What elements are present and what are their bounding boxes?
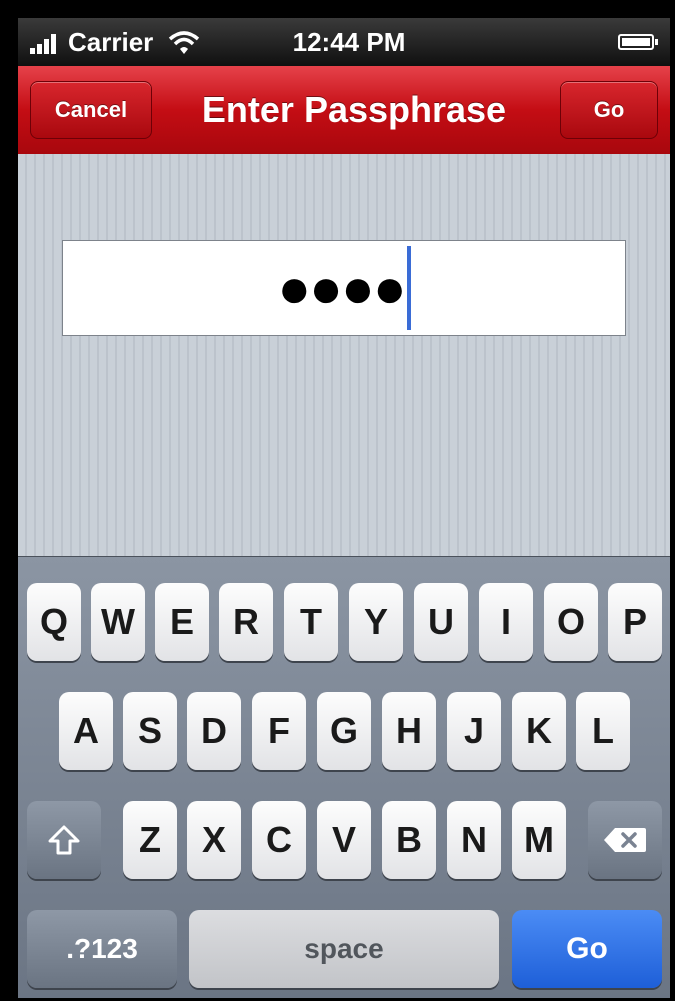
key-g[interactable]: G — [317, 692, 371, 770]
key-e[interactable]: E — [155, 583, 209, 661]
key-w[interactable]: W — [91, 583, 145, 661]
key-c[interactable]: C — [252, 801, 306, 879]
key-j[interactable]: J — [447, 692, 501, 770]
key-i[interactable]: I — [479, 583, 533, 661]
key-v[interactable]: V — [317, 801, 371, 879]
key-f[interactable]: F — [252, 692, 306, 770]
masked-passphrase: ●●●● — [277, 256, 406, 319]
shift-arrow-icon — [48, 825, 80, 855]
navigation-bar: Enter Passphrase Cancel Go — [18, 66, 670, 155]
cancel-button[interactable]: Cancel — [30, 81, 152, 139]
key-r[interactable]: R — [219, 583, 273, 661]
key-a[interactable]: A — [59, 692, 113, 770]
go-button[interactable]: Go — [560, 81, 658, 139]
status-time: 12:44 PM — [292, 27, 406, 57]
key-n[interactable]: N — [447, 801, 501, 879]
key-x[interactable]: X — [187, 801, 241, 879]
keyboard: Q W E R T Y U I O P A S D F G H J K L Z … — [18, 556, 670, 998]
shift-key[interactable] — [27, 801, 101, 879]
key-o[interactable]: O — [544, 583, 598, 661]
key-z[interactable]: Z — [123, 801, 177, 879]
key-s[interactable]: S — [123, 692, 177, 770]
battery-icon — [618, 34, 658, 50]
space-key[interactable]: space — [189, 910, 499, 988]
key-k[interactable]: K — [512, 692, 566, 770]
passphrase-input[interactable]: ●●●● — [62, 240, 626, 336]
key-l[interactable]: L — [576, 692, 630, 770]
delete-key[interactable] — [588, 801, 662, 879]
phone-screen: Carrier 12:44 PM Enter Passphrase Cancel… — [18, 18, 670, 998]
go-key[interactable]: Go — [512, 910, 662, 988]
backspace-icon — [604, 828, 646, 852]
key-t[interactable]: T — [284, 583, 338, 661]
content-area: ●●●● — [18, 154, 670, 556]
key-y[interactable]: Y — [349, 583, 403, 661]
key-b[interactable]: B — [382, 801, 436, 879]
key-h[interactable]: H — [382, 692, 436, 770]
key-p[interactable]: P — [608, 583, 662, 661]
key-m[interactable]: M — [512, 801, 566, 879]
key-d[interactable]: D — [187, 692, 241, 770]
key-u[interactable]: U — [414, 583, 468, 661]
status-bar: Carrier 12:44 PM — [18, 18, 670, 66]
text-cursor — [406, 246, 411, 330]
key-q[interactable]: Q — [27, 583, 81, 661]
numbers-key[interactable]: .?123 — [27, 910, 177, 988]
